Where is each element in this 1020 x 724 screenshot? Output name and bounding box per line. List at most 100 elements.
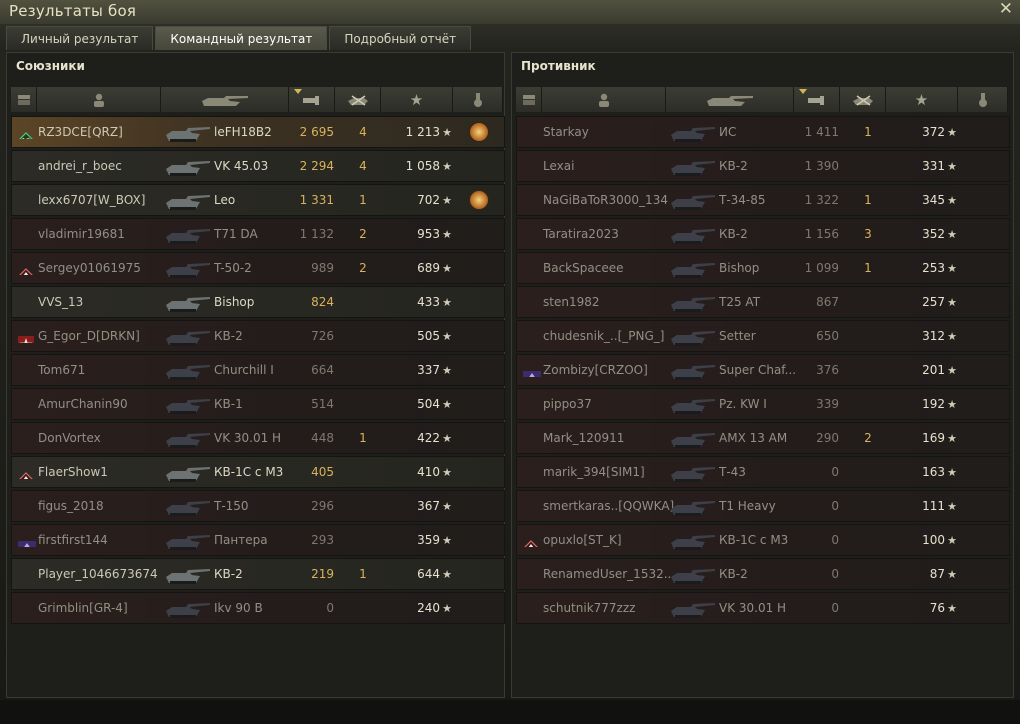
- player-name: Lexai: [517, 159, 675, 173]
- kills-icon[interactable]: [840, 87, 886, 112]
- kills-icon[interactable]: [335, 87, 381, 112]
- star-icon: ★: [442, 261, 452, 275]
- tank-name: Пантера: [214, 533, 268, 547]
- damage-icon[interactable]: [794, 87, 840, 112]
- tank-image-icon: [671, 253, 719, 283]
- player-name-text: pippo37: [543, 397, 592, 411]
- tank-name: КВ-2: [214, 567, 243, 581]
- xp-value: 169: [922, 431, 945, 445]
- player-name: 13 RZ3DCE[QRZ]: [12, 125, 170, 139]
- table-row[interactable]: 13 RZ3DCE[QRZ] leFH18B2 2 695 4 1 213★: [11, 116, 505, 148]
- table-row[interactable]: Taratira2023 КВ-2 1 156 3 352 ★: [516, 218, 1010, 250]
- tank-image-icon: [166, 117, 214, 147]
- table-row[interactable]: sten1982 T25 AT 867 257 ★: [516, 286, 1010, 318]
- table-row[interactable]: Mark_120911 AMX 13 AM 290 2 169 ★: [516, 422, 1010, 454]
- table-row[interactable]: figus_2018 Т-150 296 367 ★: [11, 490, 505, 522]
- star-icon: ★: [947, 159, 957, 173]
- tank-image-icon: [671, 423, 719, 453]
- tank-icon[interactable]: [161, 87, 289, 112]
- player-icon[interactable]: [37, 87, 161, 112]
- tank-name: КВ-2: [719, 159, 748, 173]
- squad-icon[interactable]: [11, 87, 37, 112]
- allies-header: ★: [11, 87, 503, 112]
- xp-value: 337: [417, 363, 440, 377]
- damage-value: 726: [311, 329, 334, 343]
- xp-value: 100: [922, 533, 945, 547]
- tab-detailed[interactable]: Подробный отчёт: [329, 26, 472, 50]
- xp-value: 953: [417, 227, 440, 241]
- player-icon[interactable]: [542, 87, 666, 112]
- player-name: RenamedUser_1532..: [517, 567, 675, 581]
- table-row[interactable]: RenamedUser_1532.. КВ-2 0 87 ★: [516, 558, 1010, 590]
- medal-icon[interactable]: [469, 122, 489, 142]
- table-row[interactable]: lexx6707[W_BOX] Leo 1 331 1 702 ★: [11, 184, 505, 216]
- rank-13-icon: 13: [18, 132, 34, 139]
- damage-icon[interactable]: [289, 87, 335, 112]
- player-name: Player_1046673674: [12, 567, 170, 581]
- medal-icon[interactable]: [958, 87, 1008, 112]
- tank-image-icon: [671, 389, 719, 419]
- tank-name: Pz. KW I: [719, 397, 767, 411]
- player-name-text: andrei_r_boec: [38, 159, 122, 173]
- table-row[interactable]: DonVortex VK 30.01 H 448 1 422 ★: [11, 422, 505, 454]
- player-name: figus_2018: [12, 499, 170, 513]
- damage-value: 0: [831, 601, 839, 615]
- table-row[interactable]: schutnik777zzz VK 30.01 H 0 76 ★: [516, 592, 1010, 624]
- table-row[interactable]: Starkay ИС 1 411 1 372 ★: [516, 116, 1010, 148]
- player-name: Mark_120911: [517, 431, 675, 445]
- table-row[interactable]: NaGiBaToR3000_134 Т-34-85 1 322 1 345 ★: [516, 184, 1010, 216]
- player-name: FlaerShow1: [12, 465, 170, 479]
- allies-panel: Союзники ★ 13 RZ3DCE[QRZ] leFH18B2 2 695 4 1 …: [6, 52, 505, 698]
- player-name-text: DonVortex: [38, 431, 101, 445]
- table-row[interactable]: Tom671 Churchill I 664 337 ★: [11, 354, 505, 386]
- tank-icon[interactable]: [666, 87, 794, 112]
- tab-team[interactable]: Командный результат: [155, 26, 328, 50]
- damage-value: 296: [311, 499, 334, 513]
- table-row[interactable]: AmurChanin90 КВ-1 514 504 ★: [11, 388, 505, 420]
- damage-value: 2 294: [299, 159, 334, 173]
- table-row[interactable]: Sergey01061975 T-50-2 989 2 689 ★: [11, 252, 505, 284]
- player-name-text: Mark_120911: [543, 431, 625, 445]
- table-row[interactable]: marik_394[SIM1] Т-43 0 163 ★: [516, 456, 1010, 488]
- player-name: G_Egor_D[DRKN]: [12, 329, 170, 343]
- player-name-text: smertkaras..[QQWKA]: [543, 499, 675, 513]
- tank-image-icon: [166, 389, 214, 419]
- table-row[interactable]: pippo37 Pz. KW I 339 192 ★: [516, 388, 1010, 420]
- table-row[interactable]: Grimblin[GR-4] Ikv 90 B 0 240 ★: [11, 592, 505, 624]
- table-row[interactable]: chudesnik_..[_PNG_] Setter 650 312 ★: [516, 320, 1010, 352]
- squad-icon[interactable]: [516, 87, 542, 112]
- table-row[interactable]: FlaerShow1 КВ-1С с М3 405 410 ★: [11, 456, 505, 488]
- table-row[interactable]: BackSpaceee Bishop 1 099 1 253 ★: [516, 252, 1010, 284]
- kills-value: 4: [359, 125, 367, 139]
- damage-value: 448: [311, 431, 334, 445]
- tank-image-icon: [166, 321, 214, 351]
- table-row[interactable]: G_Egor_D[DRKN] КВ-2 726 505 ★: [11, 320, 505, 352]
- xp-icon[interactable]: ★: [381, 87, 453, 112]
- table-row[interactable]: firstfirst144 Пантера 293 359 ★: [11, 524, 505, 556]
- medal-icon[interactable]: [469, 190, 489, 210]
- table-row[interactable]: VVS_13 Bishop 824 433 ★: [11, 286, 505, 318]
- xp-value: 1 213: [405, 125, 440, 139]
- damage-value: 1 099: [804, 261, 839, 275]
- xp-value: 359: [417, 533, 440, 547]
- close-icon[interactable]: ✕: [999, 0, 1013, 19]
- table-row[interactable]: smertkaras..[QQWKA] T1 Heavy 0 111 ★: [516, 490, 1010, 522]
- star-red-icon: [18, 336, 34, 343]
- table-row[interactable]: vladimir19681 T71 DA 1 132 2 953 ★: [11, 218, 505, 250]
- enemies-list: Starkay ИС 1 411 1 372 ★ Lexai КВ-2 1 390 331 ★ NaG…: [516, 116, 1010, 626]
- xp-value: 1 058: [405, 159, 440, 173]
- tank-name: Bishop: [719, 261, 760, 275]
- star-icon: ★: [947, 567, 957, 581]
- table-row[interactable]: Zombizy[CRZOO] Super Chaf... 376 201 ★: [516, 354, 1010, 386]
- table-row[interactable]: andrei_r_boec VK 45.03 2 294 4 1 058 ★: [11, 150, 505, 182]
- damage-value: 1 132: [299, 227, 334, 241]
- xp-value: 504: [417, 397, 440, 411]
- table-row[interactable]: Lexai КВ-2 1 390 331 ★: [516, 150, 1010, 182]
- player-name-text: RZ3DCE[QRZ]: [38, 125, 123, 139]
- tab-personal[interactable]: Личный результат: [6, 26, 154, 50]
- star-icon: ★: [947, 533, 957, 547]
- table-row[interactable]: opuxlo[ST_K] КВ-1С с М3 0 100 ★: [516, 524, 1010, 556]
- xp-icon[interactable]: ★: [886, 87, 958, 112]
- medal-icon[interactable]: [453, 87, 503, 112]
- table-row[interactable]: Player_1046673674 КВ-2 219 1 644 ★: [11, 558, 505, 590]
